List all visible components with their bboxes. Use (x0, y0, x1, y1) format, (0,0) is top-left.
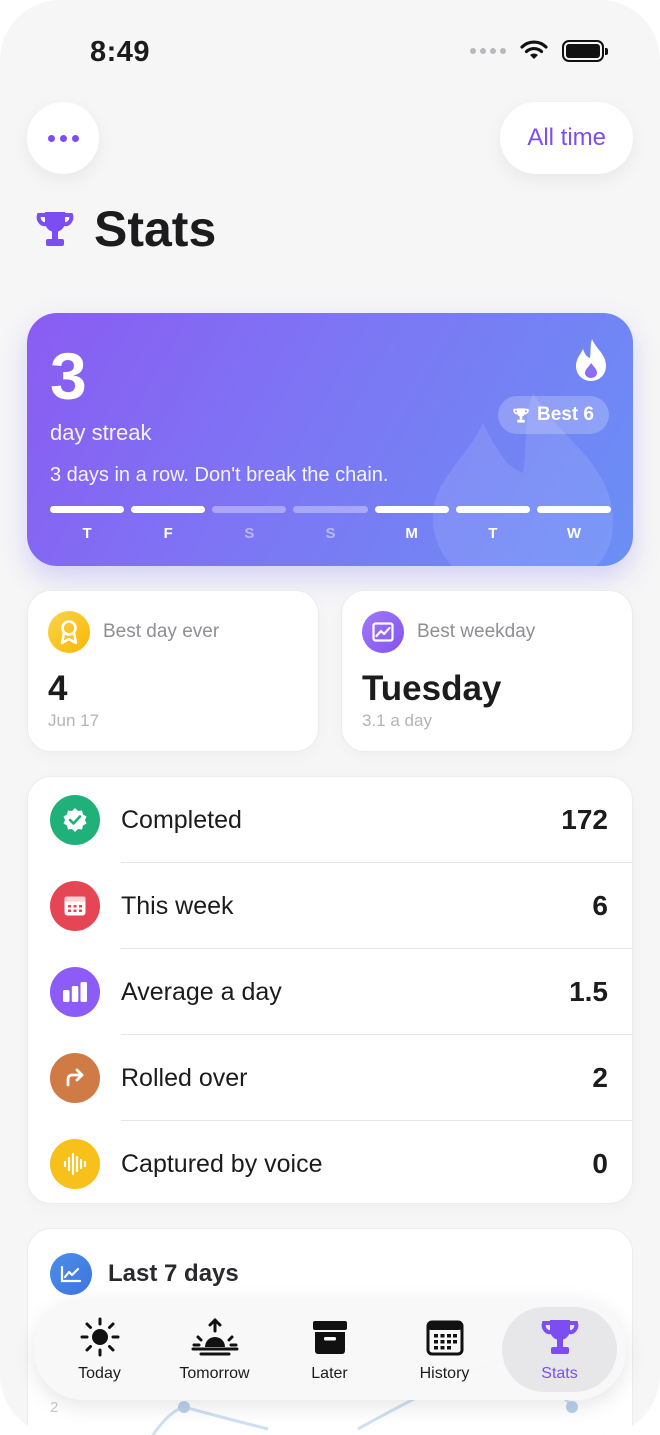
streak-day: S (293, 506, 368, 542)
time-range-button[interactable]: All time (500, 102, 633, 174)
trophy-icon (541, 1319, 578, 1354)
stat-name: This week (121, 891, 234, 920)
streak-count: 3 (50, 339, 87, 413)
stat-row-completed[interactable]: Completed 172 (28, 777, 632, 863)
more-options-button[interactable] (27, 102, 99, 174)
best-weekday-label: Best weekday (417, 621, 536, 642)
tab-stats[interactable]: Stats (502, 1307, 617, 1392)
page-title: Stats (94, 201, 217, 257)
tab-tomorrow[interactable]: Tomorrow (157, 1307, 272, 1392)
best-day-value: 4 (48, 669, 68, 708)
tab-today[interactable]: Today (42, 1307, 157, 1392)
best-weekday-card[interactable]: Best weekday Tuesday 3.1 a day (341, 590, 633, 752)
streak-day-label: T (488, 525, 498, 542)
streak-day: W (536, 506, 611, 542)
stat-row-average[interactable]: Average a day 1.5 (28, 949, 632, 1035)
streak-message: 3 days in a row. Don't break the chain. (50, 464, 389, 486)
page-header: Stats (36, 200, 216, 258)
streak-day: F (131, 506, 206, 542)
award-ribbon-icon (48, 611, 90, 653)
stat-row-this-week[interactable]: This week 6 (28, 863, 632, 949)
sun-icon (80, 1317, 119, 1356)
stat-value: 1.5 (569, 976, 608, 1007)
tab-label: Stats (541, 1364, 578, 1382)
streak-days: T F S S M T W (50, 506, 611, 542)
streak-day-label: F (163, 525, 173, 542)
calendar-icon (50, 881, 100, 931)
stat-row-rolled-over[interactable]: Rolled over 2 (28, 1035, 632, 1121)
stat-name: Average a day (121, 977, 282, 1006)
stat-name: Rolled over (121, 1063, 248, 1092)
streak-card[interactable]: 3 day streak 3 days in a row. Don't brea… (27, 313, 633, 566)
streak-day-label: T (82, 525, 92, 542)
cellular-signal-icon (470, 48, 506, 54)
chart-axis-label: 2 (50, 1399, 59, 1416)
best-day-date: Jun 17 (48, 711, 100, 730)
best-weekday-value: Tuesday (362, 669, 502, 708)
status-icons (470, 40, 608, 62)
wifi-icon (520, 40, 548, 59)
streak-day: T (455, 506, 530, 542)
stat-name: Completed (121, 805, 242, 834)
tab-label: Tomorrow (179, 1364, 250, 1382)
waveform-icon (50, 1139, 100, 1189)
trend-chart-icon (362, 611, 404, 653)
tab-label: Today (78, 1364, 121, 1382)
phone-screen: 8:49 All time Stats 3 day streak 3 days … (0, 0, 660, 1435)
sunrise-icon (191, 1318, 238, 1355)
status-time: 8:49 (90, 36, 151, 68)
best-day-card[interactable]: Best day ever 4 Jun 17 (27, 590, 319, 752)
tab-label: Later (311, 1364, 348, 1382)
tab-later[interactable]: Later (272, 1307, 387, 1392)
stats-list: Completed 172 This week 6 Average a day … (27, 776, 633, 1204)
flame-icon (576, 339, 606, 381)
bar-chart-icon (50, 967, 100, 1017)
best-streak-label: Best 6 (536, 404, 594, 425)
streak-day-label: S (244, 525, 255, 542)
tab-label: History (419, 1364, 470, 1382)
stat-value: 2 (592, 1062, 608, 1093)
archive-box-icon (312, 1320, 347, 1354)
best-streak-badge: Best 6 (497, 396, 609, 434)
best-day-label: Best day ever (103, 621, 220, 642)
stat-value: 6 (592, 890, 608, 921)
tab-history[interactable]: History (387, 1307, 502, 1392)
streak-day: T (50, 506, 125, 542)
streak-day-label: S (325, 525, 336, 542)
tab-bar: Today Tomorrow Later History Stats (34, 1299, 626, 1400)
battery-icon (562, 40, 608, 62)
streak-day-label: M (405, 525, 418, 542)
stat-value: 0 (592, 1148, 608, 1179)
streak-day: S (212, 506, 287, 542)
stat-row-voice[interactable]: Captured by voice 0 (28, 1121, 632, 1203)
stat-value: 172 (561, 804, 608, 835)
best-weekday-rate: 3.1 a day (362, 711, 432, 730)
trophy-small-icon (513, 407, 529, 423)
streak-day-label: W (566, 525, 581, 542)
rollover-arrow-icon (50, 1053, 100, 1103)
streak-day: M (374, 506, 449, 542)
check-badge-icon (50, 795, 100, 845)
calendar-grid-icon (426, 1320, 463, 1355)
trophy-icon (36, 212, 74, 246)
stat-name: Captured by voice (121, 1149, 323, 1178)
best-day-header: Best day ever (48, 611, 219, 653)
best-weekday-header: Best weekday (362, 611, 535, 653)
streak-unit-label: day streak (50, 420, 152, 445)
